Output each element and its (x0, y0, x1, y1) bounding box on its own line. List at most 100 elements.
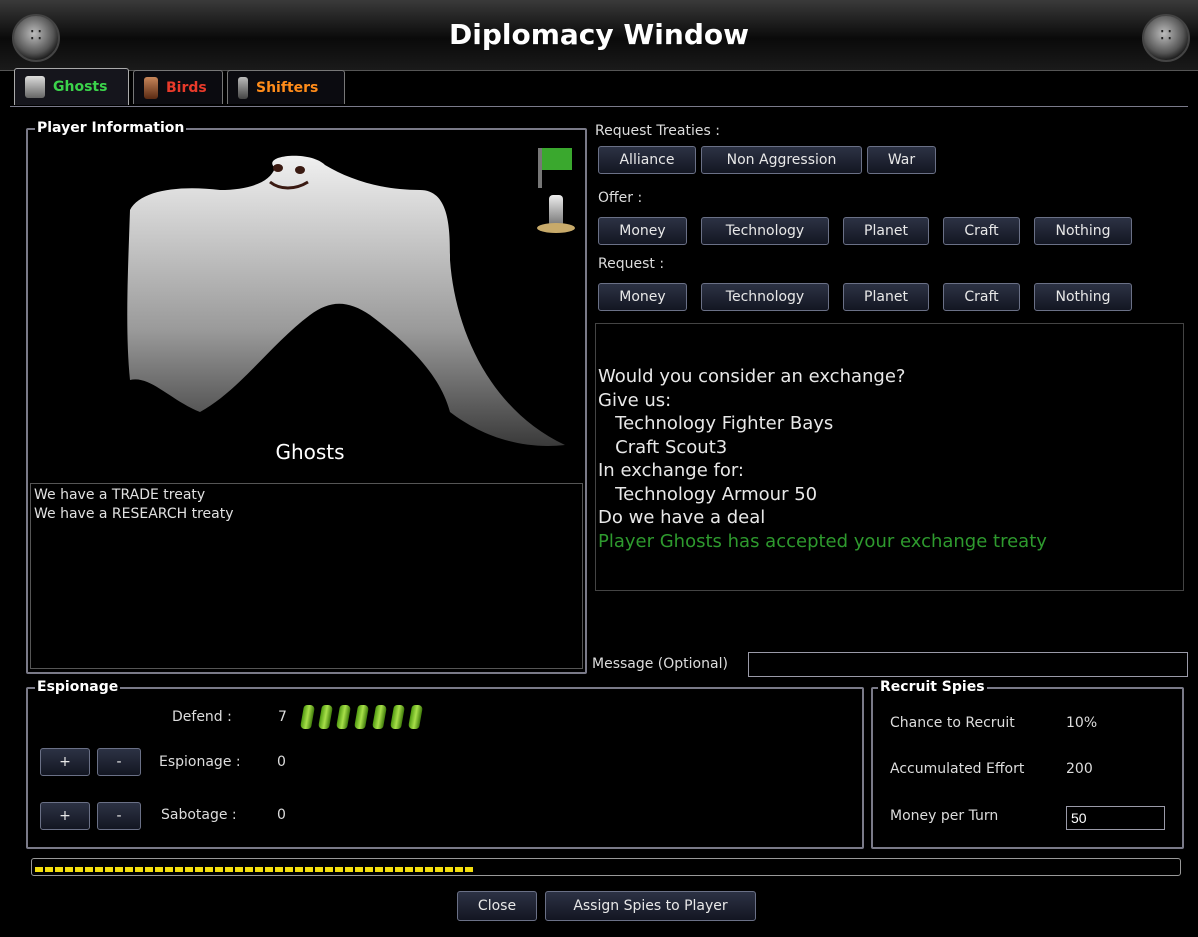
recruit-spies-label: Recruit Spies (878, 679, 987, 695)
message-line: In exchange for: (598, 460, 744, 481)
spy-pips (299, 705, 428, 731)
progress-segment (285, 867, 293, 872)
sabotage-minus-button[interactable]: - (97, 802, 141, 830)
message-log: Would you consider an exchange? Give us:… (595, 323, 1184, 591)
progress-segment (225, 867, 233, 872)
progress-segment (65, 867, 73, 872)
request-technology-button[interactable]: Technology (701, 283, 829, 311)
message-input[interactable] (748, 652, 1188, 677)
shifter-icon (238, 76, 248, 99)
spy-icon (389, 705, 406, 729)
progress-segment (95, 867, 103, 872)
progress-segment (435, 867, 443, 872)
espionage-value: 0 (277, 754, 286, 770)
progress-segment (245, 867, 253, 872)
chance-to-recruit-label: Chance to Recruit (890, 715, 1015, 731)
message-line: Give us: (598, 389, 672, 411)
sabotage-plus-button[interactable]: + (40, 802, 90, 830)
accumulated-effort-label: Accumulated Effort (890, 761, 1025, 777)
offer-money-button[interactable]: Money (598, 217, 687, 245)
progress-segment (75, 867, 83, 872)
progress-segment (165, 867, 173, 872)
request-planet-button[interactable]: Planet (843, 283, 929, 311)
message-line: Would you consider an exchange? (598, 366, 906, 387)
progress-segment (455, 867, 463, 872)
request-treaties-label: Request Treaties : (595, 123, 720, 139)
progress-segment (185, 867, 193, 872)
progress-segment (215, 867, 223, 872)
message-optional-label: Message (Optional) (592, 656, 728, 672)
message-line: Do we have a deal (598, 507, 766, 528)
progress-segment (385, 867, 393, 872)
request-craft-button[interactable]: Craft (943, 283, 1020, 311)
message-line: Technology Armour 50 (598, 483, 818, 505)
request-money-button[interactable]: Money (598, 283, 687, 311)
progress-segment (145, 867, 153, 872)
close-button[interactable]: Close (457, 891, 537, 921)
progress-segment (155, 867, 163, 872)
progress-segment (465, 867, 473, 872)
assign-spies-button[interactable]: Assign Spies to Player (545, 891, 756, 921)
treaty-item: We have a RESEARCH treaty (34, 506, 234, 522)
money-per-turn-label: Money per Turn (890, 808, 999, 824)
request-label: Request : (598, 256, 665, 272)
progress-segment (445, 867, 453, 872)
offer-craft-button[interactable]: Craft (943, 217, 1020, 245)
tab-birds-label: Birds (166, 79, 207, 96)
progress-segment (35, 867, 43, 872)
alliance-button[interactable]: Alliance (598, 146, 696, 174)
tab-ghosts[interactable]: Ghosts (14, 68, 129, 105)
ghost-portrait (127, 155, 565, 446)
bird-icon (144, 76, 158, 99)
progress-segment (345, 867, 353, 872)
progress-segment (195, 867, 203, 872)
defend-value: 7 (278, 709, 287, 725)
progress-segment (305, 867, 313, 872)
progress-segment (375, 867, 383, 872)
tab-shifters[interactable]: Shifters (227, 70, 345, 104)
progress-segment (115, 867, 123, 872)
progress-segment (105, 867, 113, 872)
war-button[interactable]: War (867, 146, 936, 174)
player-flag-icon (538, 148, 572, 188)
progress-segment (275, 867, 283, 872)
offer-technology-button[interactable]: Technology (701, 217, 829, 245)
espionage-label: Espionage : (159, 754, 241, 770)
treaty-list: We have a TRADE treaty We have a RESEARC… (30, 483, 583, 669)
chance-to-recruit-value: 10% (1066, 715, 1098, 731)
progress-fill (35, 862, 480, 872)
progress-segment (45, 867, 53, 872)
progress-segment (425, 867, 433, 872)
offer-label: Offer : (598, 190, 643, 206)
espionage-group-label: Espionage (35, 679, 121, 695)
window-title: Diplomacy Window (449, 18, 749, 51)
progress-segment (265, 867, 273, 872)
espionage-minus-button[interactable]: - (97, 748, 141, 776)
progress-segment (325, 867, 333, 872)
progress-segment (205, 867, 213, 872)
spy-icon (353, 705, 370, 729)
spy-icon (335, 705, 352, 729)
treaty-item: We have a TRADE treaty (34, 487, 206, 503)
non-aggression-button[interactable]: Non Aggression (701, 146, 862, 174)
defend-label: Defend : (172, 709, 232, 725)
sabotage-value: 0 (277, 807, 286, 823)
spy-icon (371, 705, 388, 729)
accumulated-effort-value: 200 (1066, 761, 1093, 777)
request-nothing-button[interactable]: Nothing (1034, 283, 1132, 311)
progress-segment (235, 867, 243, 872)
offer-nothing-button[interactable]: Nothing (1034, 217, 1132, 245)
espionage-group (26, 687, 864, 849)
message-line: Craft Scout3 (598, 436, 728, 458)
money-per-turn-input[interactable] (1066, 806, 1165, 830)
progress-segment (395, 867, 403, 872)
progress-segment (175, 867, 183, 872)
spy-icon (407, 705, 424, 729)
player-information-label: Player Information (35, 120, 187, 136)
offer-planet-button[interactable]: Planet (843, 217, 929, 245)
progress-segment (295, 867, 303, 872)
espionage-plus-button[interactable]: + (40, 748, 90, 776)
progress-bar (31, 858, 1181, 876)
tab-shifters-label: Shifters (256, 79, 319, 96)
tab-birds[interactable]: Birds (133, 70, 223, 104)
